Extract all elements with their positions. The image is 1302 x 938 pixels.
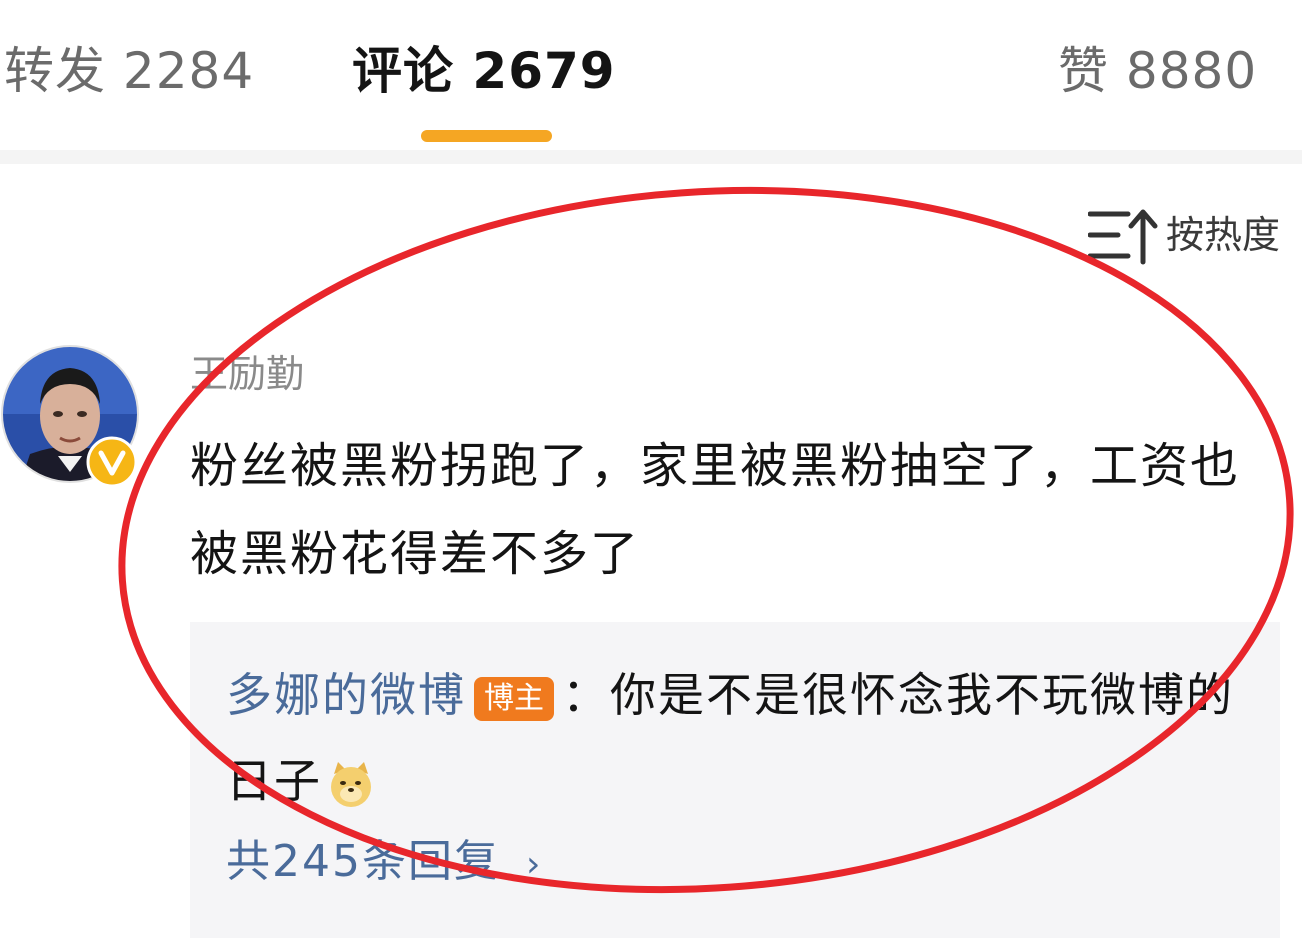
chevron-right-icon: › <box>525 844 543 885</box>
view-all-replies-link[interactable]: 共245条回复 › <box>226 830 542 897</box>
reply-count-label: 共245条回复 <box>226 836 500 887</box>
reply-author[interactable]: 多娜的微博 <box>226 668 466 722</box>
sort-label: 按热度 <box>1165 213 1280 257</box>
sort-arrow-icon <box>1087 209 1158 265</box>
verified-v-badge-icon <box>86 436 138 488</box>
sort-by-hot-button[interactable]: 按热度 <box>1087 204 1280 266</box>
tab-repost[interactable]: 转发 2284 <box>4 36 254 106</box>
reply-separator: ： <box>562 668 610 722</box>
author-badge: 博主 <box>474 676 554 721</box>
comment-username[interactable]: 王励勤 <box>190 344 304 404</box>
active-tab-indicator <box>421 130 552 142</box>
reply-preview: 多娜的微博 博主 ：你是不是很怀念我不玩微博的日子 <box>226 652 1256 824</box>
tab-comment[interactable]: 评论 2679 <box>352 36 616 106</box>
comment-text: 粉丝被黑粉拐跑了，家里被黑粉抽空了，工资也被黑粉花得差不多了 <box>190 438 1241 582</box>
tab-bar: 转发 2284 评论 2679 赞 8880 <box>0 0 1302 150</box>
tab-like[interactable]: 赞 8880 <box>1058 36 1257 106</box>
doge-emoji-icon <box>331 761 371 807</box>
section-divider <box>0 150 1302 164</box>
